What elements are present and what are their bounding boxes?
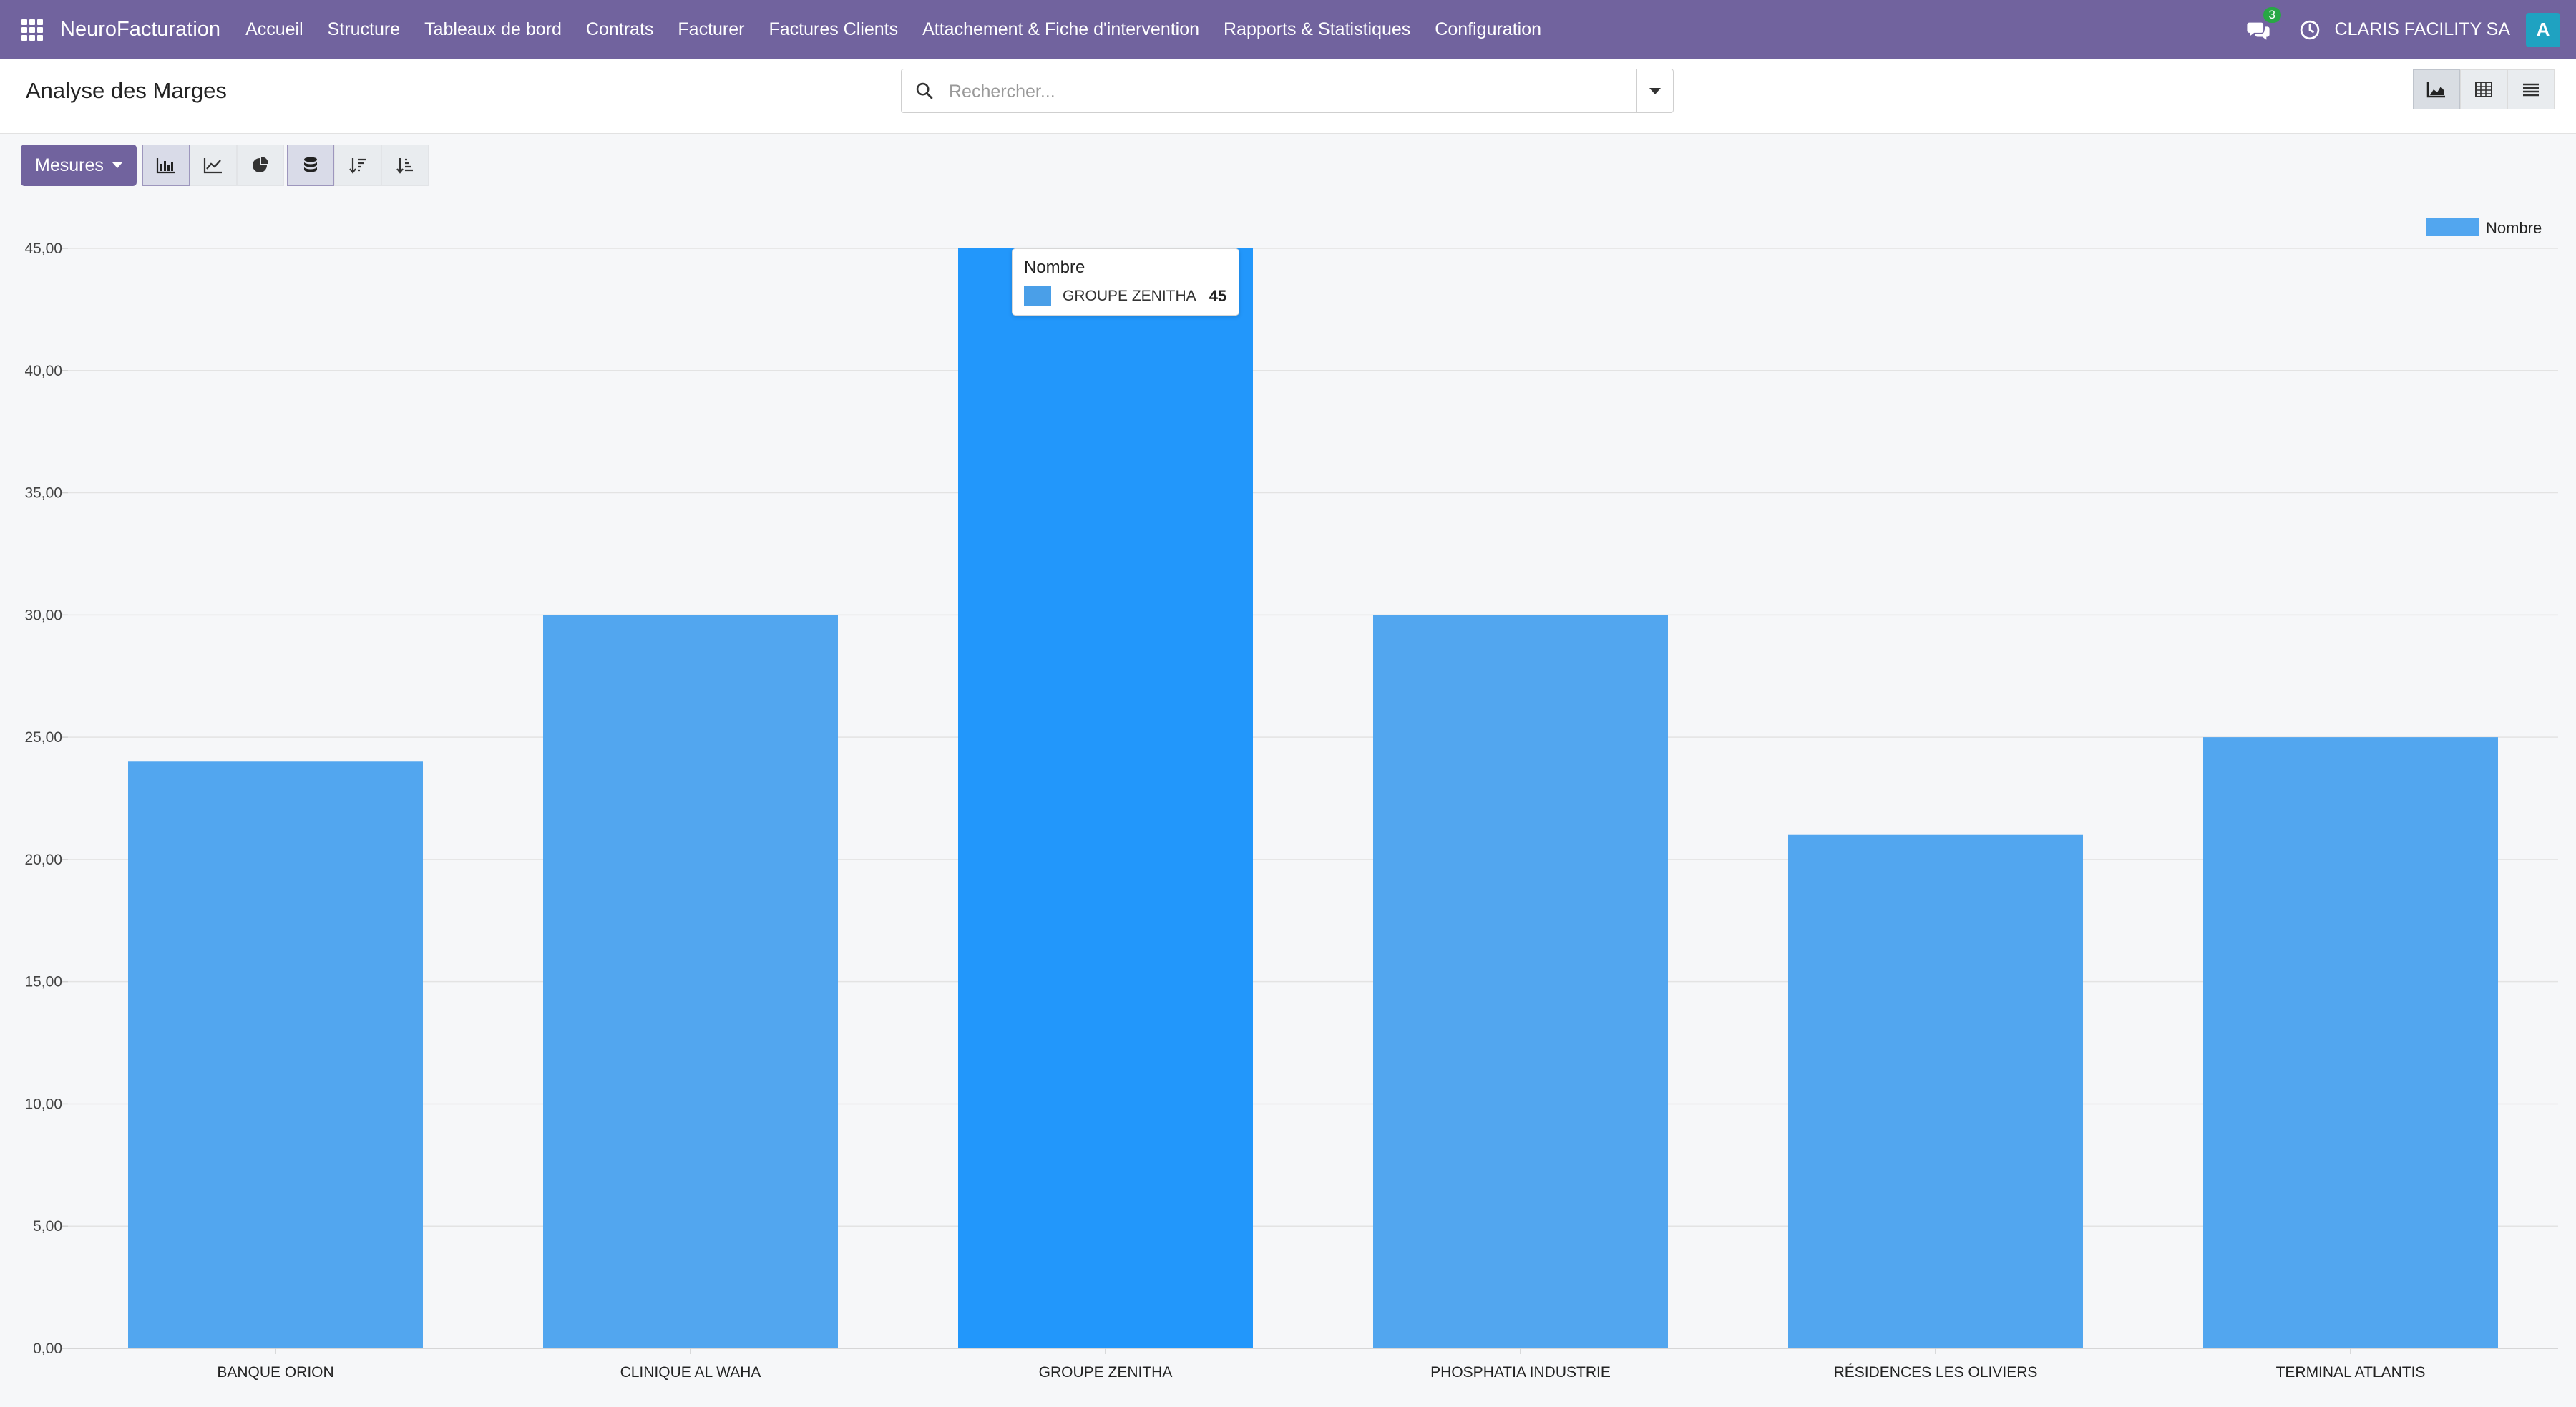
y-tick-label: 40,00 <box>24 363 62 379</box>
measures-label: Mesures <box>35 155 104 175</box>
chart-options-group <box>286 145 429 186</box>
bar-chart: 0,00 5,00 10,00 15,00 20,00 25,00 30,00 35,00 40… <box>24 218 2558 1381</box>
control-panel: Analyse des Marges <box>0 59 2576 134</box>
pivot-table-icon <box>2475 82 2492 97</box>
pie-chart-icon <box>252 157 268 172</box>
search-options-toggle[interactable] <box>1636 69 1673 112</box>
measures-dropdown-button[interactable]: Mesures <box>21 145 137 186</box>
top-navbar: NeuroFacturation Accueil Structure Table… <box>0 0 2576 59</box>
tooltip-title: Nombre <box>1024 258 1085 277</box>
bar-chart-button[interactable] <box>142 145 190 186</box>
chart-type-group <box>142 145 284 186</box>
menu-item-rapports[interactable]: Rapports & Statistiques <box>1211 19 1423 40</box>
x-tick-label: CLINIQUE AL WAHA <box>620 1364 761 1381</box>
search-box <box>901 69 1674 114</box>
sort-ascending-button[interactable] <box>381 145 429 186</box>
view-switcher <box>2413 69 2555 109</box>
legend-label: Nombre <box>2486 219 2542 237</box>
sort-ascending-icon <box>396 158 413 174</box>
menu-item-tableaux-de-bord[interactable]: Tableaux de bord <box>412 19 574 40</box>
bar <box>2203 737 2498 1348</box>
list-icon <box>2523 83 2539 97</box>
messages-button[interactable]: 3 <box>2246 6 2281 44</box>
list-view-button[interactable] <box>2507 69 2555 109</box>
y-tick-label: 15,00 <box>24 974 62 990</box>
bar <box>958 248 1253 1348</box>
line-chart-icon <box>203 158 222 174</box>
x-tick-label: TERMINAL ATLANTIS <box>2276 1364 2426 1381</box>
bar <box>543 615 838 1349</box>
y-tick-label: 20,00 <box>24 852 62 868</box>
tooltip-label: GROUPE ZENITHA <box>1063 288 1196 304</box>
menu-item-accueil[interactable]: Accueil <box>233 19 316 40</box>
navbar-right: 3 CLARIS FACILITY SA A <box>2246 0 2576 59</box>
y-tick-label: 45,00 <box>24 240 62 257</box>
legend-swatch <box>2426 218 2479 236</box>
apps-menu-icon[interactable] <box>21 19 43 41</box>
graph-view-button[interactable] <box>2413 69 2460 109</box>
line-chart-button[interactable] <box>189 145 237 186</box>
area-chart-icon <box>2426 82 2445 98</box>
tooltip-swatch <box>1024 286 1051 306</box>
y-tick-label: 0,00 <box>33 1340 62 1357</box>
chat-badge: 3 <box>2263 6 2281 23</box>
y-tick-label: 10,00 <box>24 1096 62 1112</box>
x-tick-label: GROUPE ZENITHA <box>1039 1364 1173 1381</box>
tooltip-row: GROUPE ZENITHA 45 <box>1024 286 1226 306</box>
menu-item-configuration[interactable]: Configuration <box>1423 19 1553 40</box>
navbar-left: NeuroFacturation Accueil Structure Table… <box>0 0 1553 59</box>
bar-chart-icon <box>156 158 175 174</box>
graph-toolbar: Mesures <box>21 145 429 186</box>
bar <box>128 761 423 1348</box>
x-tick-label: BANQUE ORION <box>217 1364 333 1381</box>
search-icon <box>916 82 933 99</box>
sort-descending-icon <box>349 158 366 174</box>
menu-item-attachement[interactable]: Attachement & Fiche d'intervention <box>910 19 1211 40</box>
x-tick-label: PHOSPHATIA INDUSTRIE <box>1430 1364 1611 1381</box>
pie-chart-button[interactable] <box>236 145 284 186</box>
bar <box>1373 615 1668 1349</box>
activity-clock-icon[interactable] <box>2299 19 2321 41</box>
pivot-view-button[interactable] <box>2460 69 2507 109</box>
app-brand[interactable]: NeuroFacturation <box>60 18 220 42</box>
bar <box>1788 834 2083 1348</box>
user-avatar[interactable]: A <box>2526 12 2560 47</box>
menu-item-facturer[interactable]: Facturer <box>665 19 756 40</box>
y-tick-label: 5,00 <box>33 1218 62 1235</box>
chart-tooltip: Nombre GROUPE ZENITHA 45 <box>1012 248 1239 316</box>
page-title: Analyse des Marges <box>26 78 227 103</box>
caret-down-icon <box>112 162 122 168</box>
sort-descending-button[interactable] <box>333 145 381 186</box>
stacked-button[interactable] <box>286 145 334 186</box>
menu-item-factures-clients[interactable]: Factures Clients <box>756 19 910 40</box>
y-tick-label: 35,00 <box>24 485 62 502</box>
x-tick-label: RÉSIDENCES LES OLIVIERS <box>1834 1364 2038 1381</box>
menu-item-contrats[interactable]: Contrats <box>574 19 665 40</box>
database-stack-icon <box>303 157 317 172</box>
chat-icon <box>2246 22 2270 40</box>
y-tick-label: 30,00 <box>24 607 62 623</box>
menu-item-structure[interactable]: Structure <box>316 19 412 40</box>
chevron-down-icon <box>1649 87 1661 94</box>
y-tick-label: 25,00 <box>24 729 62 746</box>
company-switcher[interactable]: CLARIS FACILITY SA <box>2335 19 2510 40</box>
tooltip-value: 45 <box>1209 287 1227 305</box>
search-input[interactable] <box>947 69 1594 114</box>
